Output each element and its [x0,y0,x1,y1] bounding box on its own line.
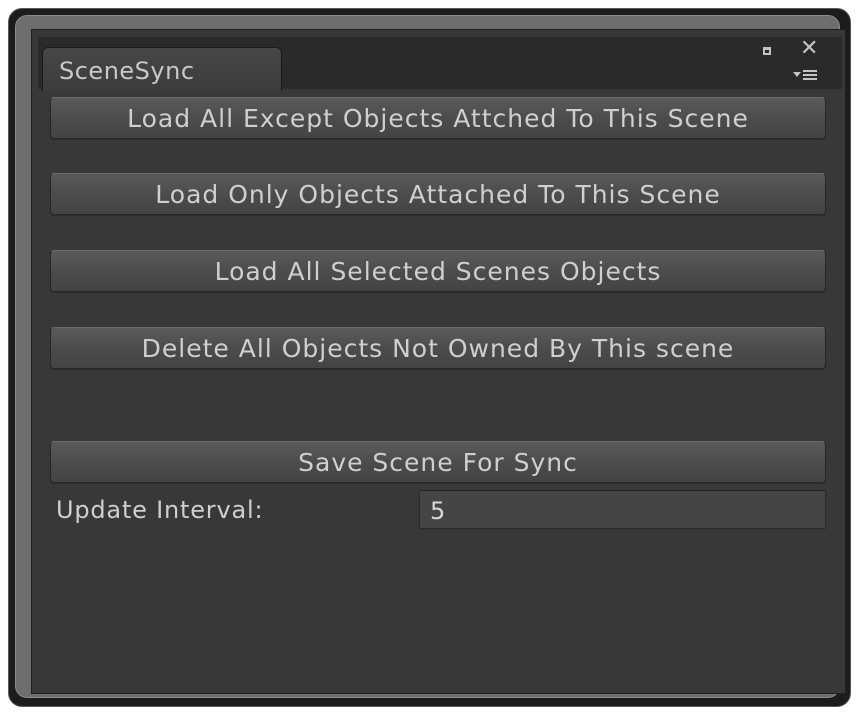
maximize-icon[interactable] [760,44,774,58]
save-scene-for-sync-button[interactable]: Save Scene For Sync [50,441,826,483]
update-interval-label: Update Interval: [56,496,264,524]
tab-scenesync[interactable]: SceneSync [42,47,282,91]
update-interval-input[interactable] [419,490,826,529]
load-only-attached-button[interactable]: Load Only Objects Attached To This Scene [50,173,826,215]
load-all-except-button[interactable]: Load All Except Objects Attched To This … [50,97,826,139]
close-icon[interactable]: ✕ [800,38,818,60]
delete-not-owned-button[interactable]: Delete All Objects Not Owned By This sce… [50,327,826,369]
tab-title: SceneSync [59,57,195,85]
load-selected-scenes-button[interactable]: Load All Selected Scenes Objects [50,250,826,292]
dropdown-menu-icon[interactable] [790,66,826,84]
